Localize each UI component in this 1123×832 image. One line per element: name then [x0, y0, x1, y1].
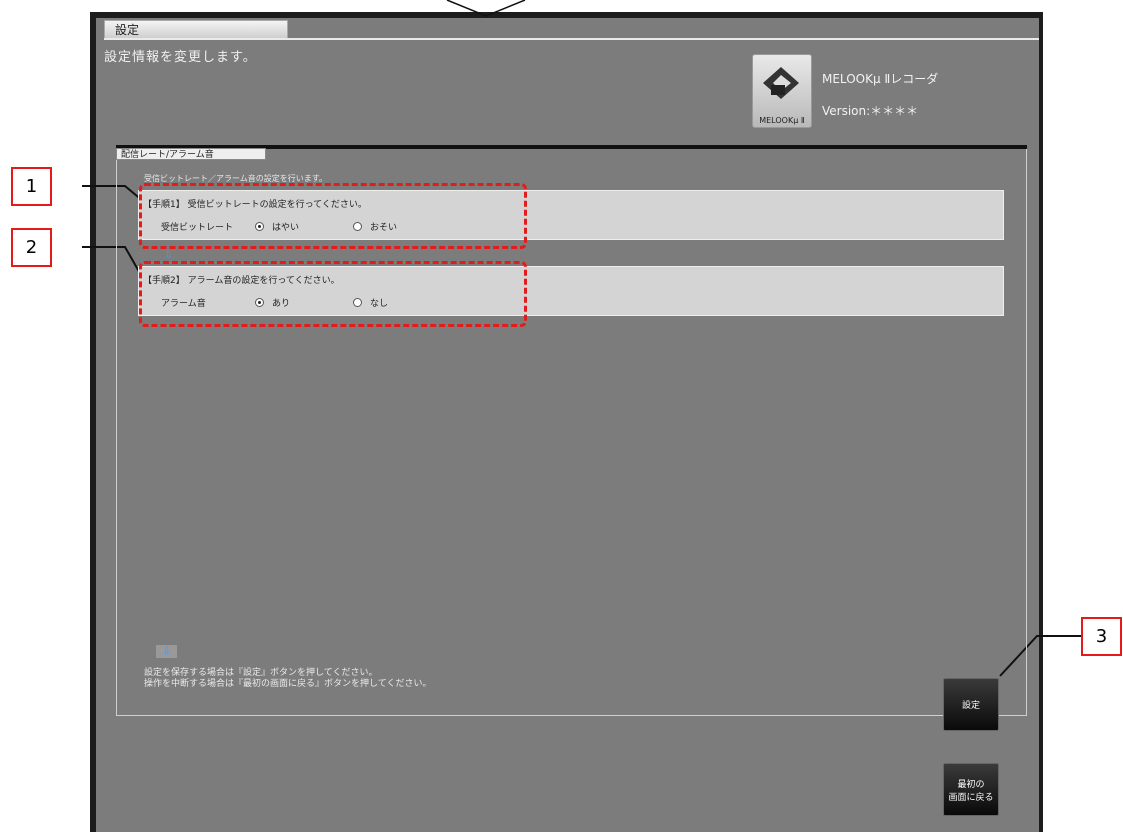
panel-tab[interactable]: 配信レート/アラーム音: [116, 148, 266, 160]
cancel-note: 操作を中断する場合は『最初の画面に戻る』ボタンを押してください。: [144, 679, 432, 689]
callout-3: 3: [1081, 617, 1122, 656]
logo-caption: MELOOKμ Ⅱ: [759, 116, 805, 125]
annotation-box-2: [139, 261, 527, 327]
callout-1: 1: [11, 167, 52, 206]
set-button[interactable]: 設定: [943, 678, 999, 731]
set-button-label: 設定: [961, 701, 980, 711]
down-arrow-icon: ⇩: [164, 250, 173, 261]
annotation-box-1: [139, 183, 527, 249]
back-button-label-1: 最初の: [957, 779, 985, 790]
app-name: MELOOKμ Ⅱレコーダ: [822, 72, 939, 86]
screen-subtitle: 設定情報を変更します。: [104, 50, 257, 65]
melook-logo: MELOOKμ Ⅱ: [752, 54, 812, 128]
title-divider: [104, 38, 1039, 40]
app-version: Version:＊＊＊＊: [822, 104, 919, 118]
melook-logo-icon: [763, 67, 799, 99]
screen-title-tab: 設定: [104, 20, 288, 39]
callout-2: 2: [11, 228, 52, 267]
down-arrow-icon-box: ⇩: [156, 645, 177, 658]
back-to-home-button[interactable]: 最初の 画面に戻る: [943, 763, 999, 816]
back-button-label-2: 画面に戻る: [948, 792, 994, 803]
top-notch: [446, 0, 526, 17]
